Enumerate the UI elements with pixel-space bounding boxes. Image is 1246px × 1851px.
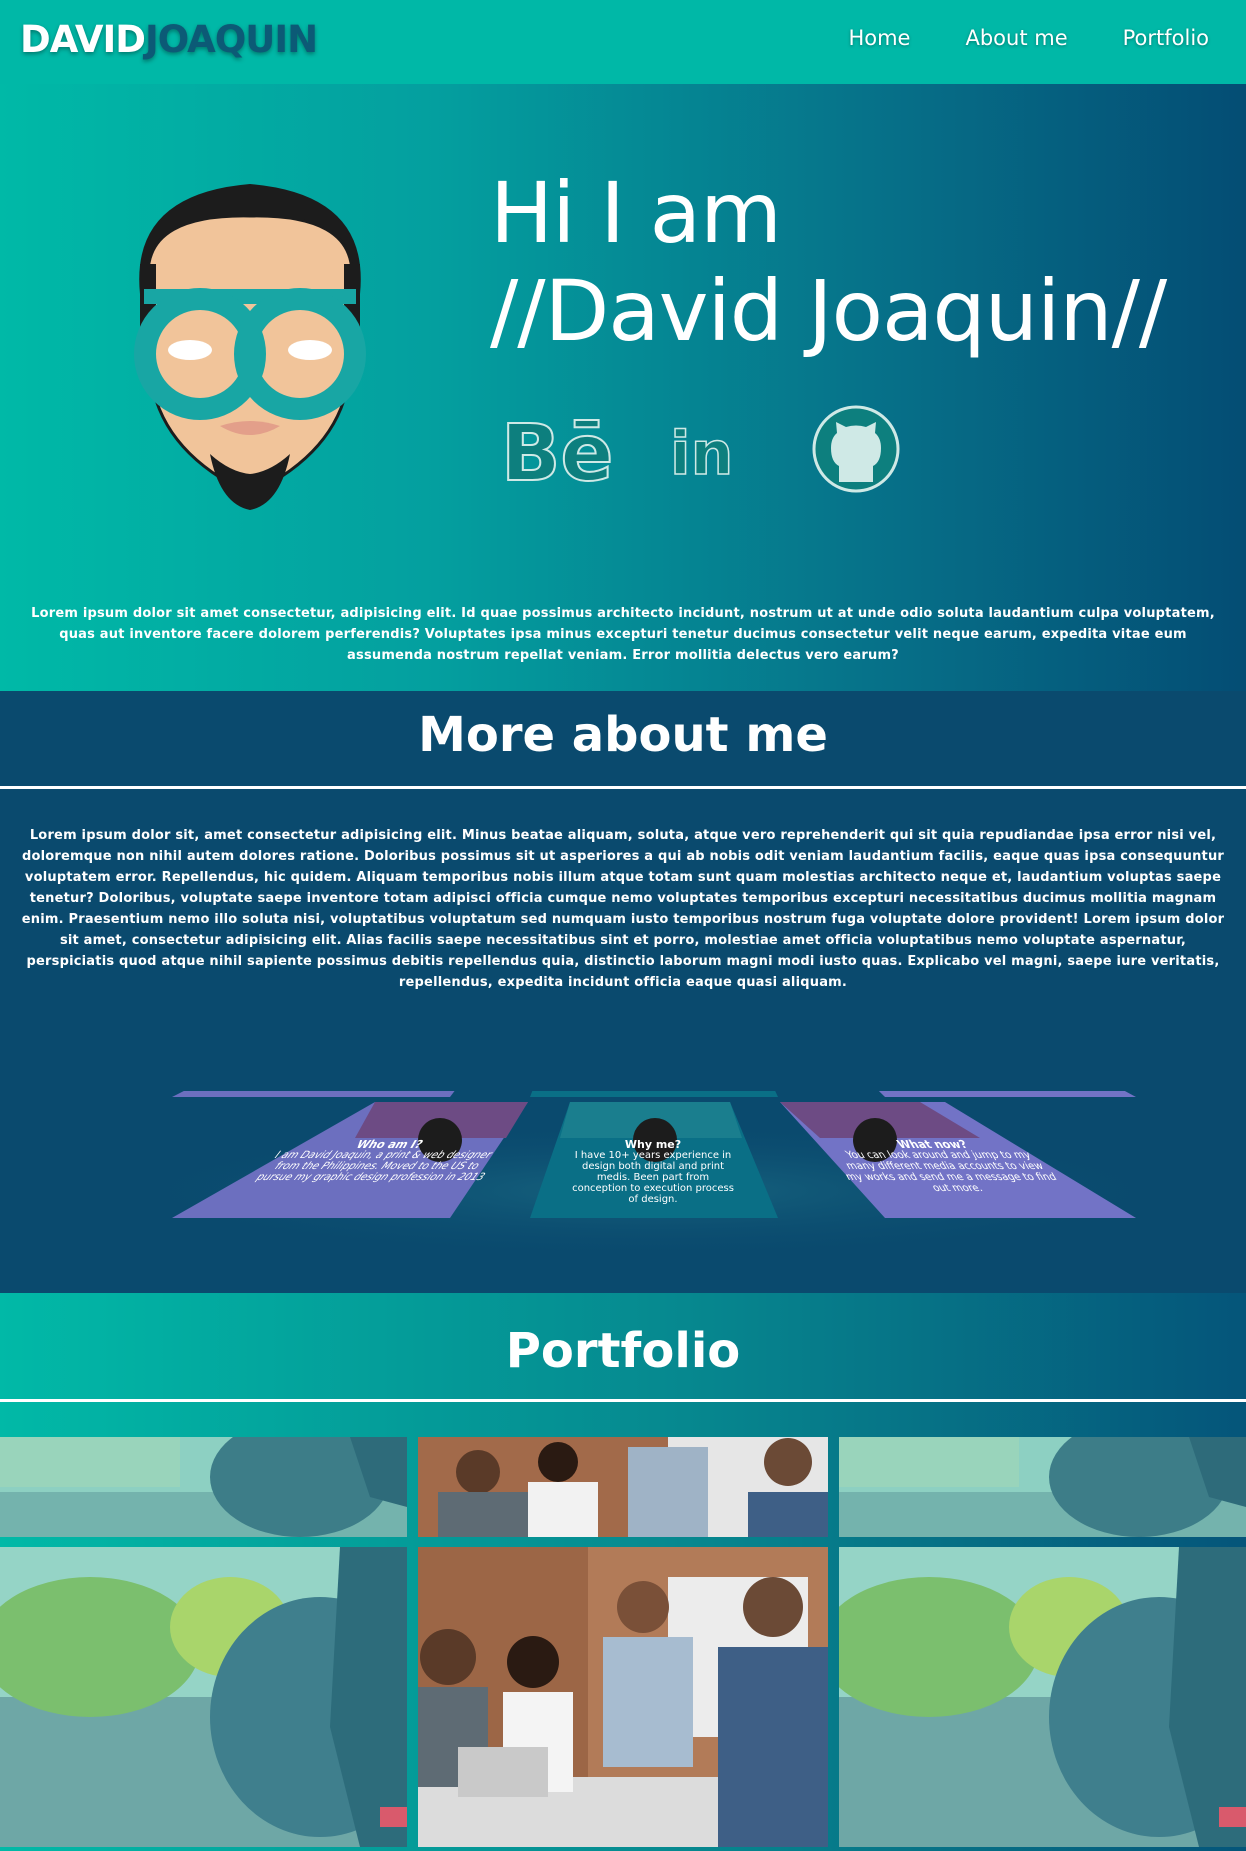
card-what-title: What now? [894, 1138, 971, 1151]
portfolio-tile-1[interactable] [0, 1437, 407, 1537]
card-what[interactable] [780, 1091, 1136, 1097]
card-who-text: Who am I? I am David Joaquin, a print & … [252, 1138, 507, 1183]
card-why-body: I have 10+ years experience in design bo… [572, 1150, 734, 1205]
card-who-body: I am David Joaquin, a print & web design… [254, 1150, 494, 1183]
portfolio-divider [0, 1399, 1246, 1402]
brand-last-name: JOAQUIN [144, 18, 318, 61]
portfolio-tile-5[interactable] [418, 1547, 828, 1847]
portfolio-tile-3[interactable] [839, 1437, 1246, 1537]
portfolio-tile-2[interactable] [418, 1437, 828, 1537]
linkedin-icon[interactable]: in [667, 402, 757, 496]
team-meeting-photo [418, 1437, 828, 1537]
hero-name: //David Joaquin// [490, 262, 1167, 360]
nav-link-home[interactable]: Home [848, 26, 910, 50]
runner-photo [839, 1437, 1246, 1537]
portfolio-tile-4[interactable] [0, 1547, 407, 1847]
runner-photo [839, 1547, 1246, 1847]
about-description: Lorem ipsum dolor sit, amet consectetur … [21, 828, 1225, 990]
portfolio-title: Portfolio [505, 1323, 741, 1379]
card-what-text: What now? You can look around and jump t… [824, 1138, 1066, 1194]
brand-logo[interactable]: DAVIDJOAQUIN [20, 18, 318, 61]
card-what-body: You can look around and jump to my many … [843, 1150, 1060, 1194]
hero-description: Lorem ipsum dolor sit amet consectetur, … [31, 606, 1215, 663]
svg-text:Bē: Bē [501, 409, 613, 496]
nav-link-about[interactable]: About me [965, 26, 1067, 50]
card-why-text: Why me? I have 10+ years experience in d… [570, 1139, 736, 1205]
svg-text:in: in [670, 419, 733, 489]
behance-icon[interactable]: Bē [495, 402, 615, 496]
portfolio-tile-6[interactable] [839, 1547, 1246, 1847]
brand-first-name: DAVID [20, 18, 146, 61]
card-why[interactable] [530, 1091, 778, 1097]
runner-photo [0, 1437, 407, 1537]
hero-section: Hi I am //David Joaquin// Bē in Lorem ip… [0, 84, 1246, 691]
nav-menu: Home About me Portfolio [830, 26, 1246, 50]
card-who-title: Who am I? [353, 1138, 426, 1151]
about-title: More about me [418, 707, 828, 763]
avatar-illustration [134, 184, 366, 510]
nav-link-portfolio[interactable]: Portfolio [1123, 26, 1209, 50]
runner-photo [0, 1547, 407, 1847]
github-icon[interactable] [809, 402, 903, 496]
card-why-title: Why me? [624, 1138, 682, 1151]
hero-greeting: Hi I am [490, 164, 782, 262]
about-divider [0, 786, 1246, 789]
portfolio-section: Portfolio [0, 1293, 1246, 1851]
hero-heading: Hi I am //David Joaquin// [490, 164, 1167, 360]
top-navbar: DAVIDJOAQUIN Home About me Portfolio [0, 0, 1246, 84]
social-links: Bē in [495, 402, 903, 496]
team-meeting-photo [418, 1547, 828, 1847]
card-who[interactable] [172, 1091, 528, 1097]
